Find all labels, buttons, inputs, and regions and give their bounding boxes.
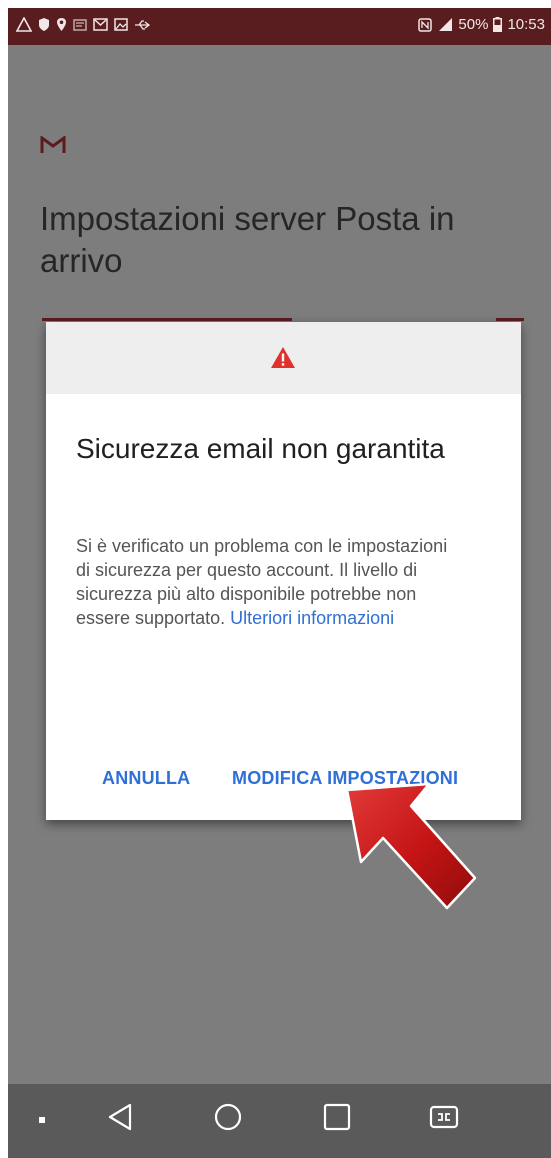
gmail-logo-icon [40,136,66,153]
home-icon[interactable] [213,1102,243,1132]
status-bar: 50% 10:53 [8,8,551,45]
clock: 10:53 [507,16,545,33]
recents-icon[interactable] [322,1102,352,1132]
usb-icon [135,19,150,30]
gmail-notification-icon [93,18,108,31]
cancel-button[interactable]: ANNULLA [102,768,190,789]
dialog-message: Si è verificato un problema con le impos… [76,534,456,630]
field-underline [496,318,524,321]
warning-triangle-icon [271,347,295,368]
status-bar-right: 50% 10:53 [418,16,545,33]
page-title: Impostazioni server Posta in arrivo [40,200,455,279]
dialog-header [46,322,521,394]
status-bar-left-icons [16,17,150,32]
security-dialog: Sicurezza email non garantita Si è verif… [46,322,521,820]
pointer-arrow-icon [345,782,477,910]
warning-icon [16,17,32,32]
battery-icon [493,17,503,32]
back-icon[interactable] [106,1102,134,1132]
signal-icon [439,18,453,31]
message-icon [73,18,87,31]
phone-screen: 50% 10:53 Impostazioni server Posta in a… [8,8,551,1158]
battery-percent: 50% [458,16,489,33]
dot-icon[interactable] [38,1116,46,1124]
navigation-bar [8,1084,551,1158]
location-icon [57,18,66,31]
field-underline [42,318,292,321]
shield-icon [39,18,49,31]
dual-window-icon[interactable] [428,1102,460,1132]
dialog-title: Sicurezza email non garantita [76,433,445,464]
nfc-icon [418,17,433,32]
image-icon [114,18,128,31]
more-info-link[interactable]: Ulteriori informazioni [230,608,394,628]
